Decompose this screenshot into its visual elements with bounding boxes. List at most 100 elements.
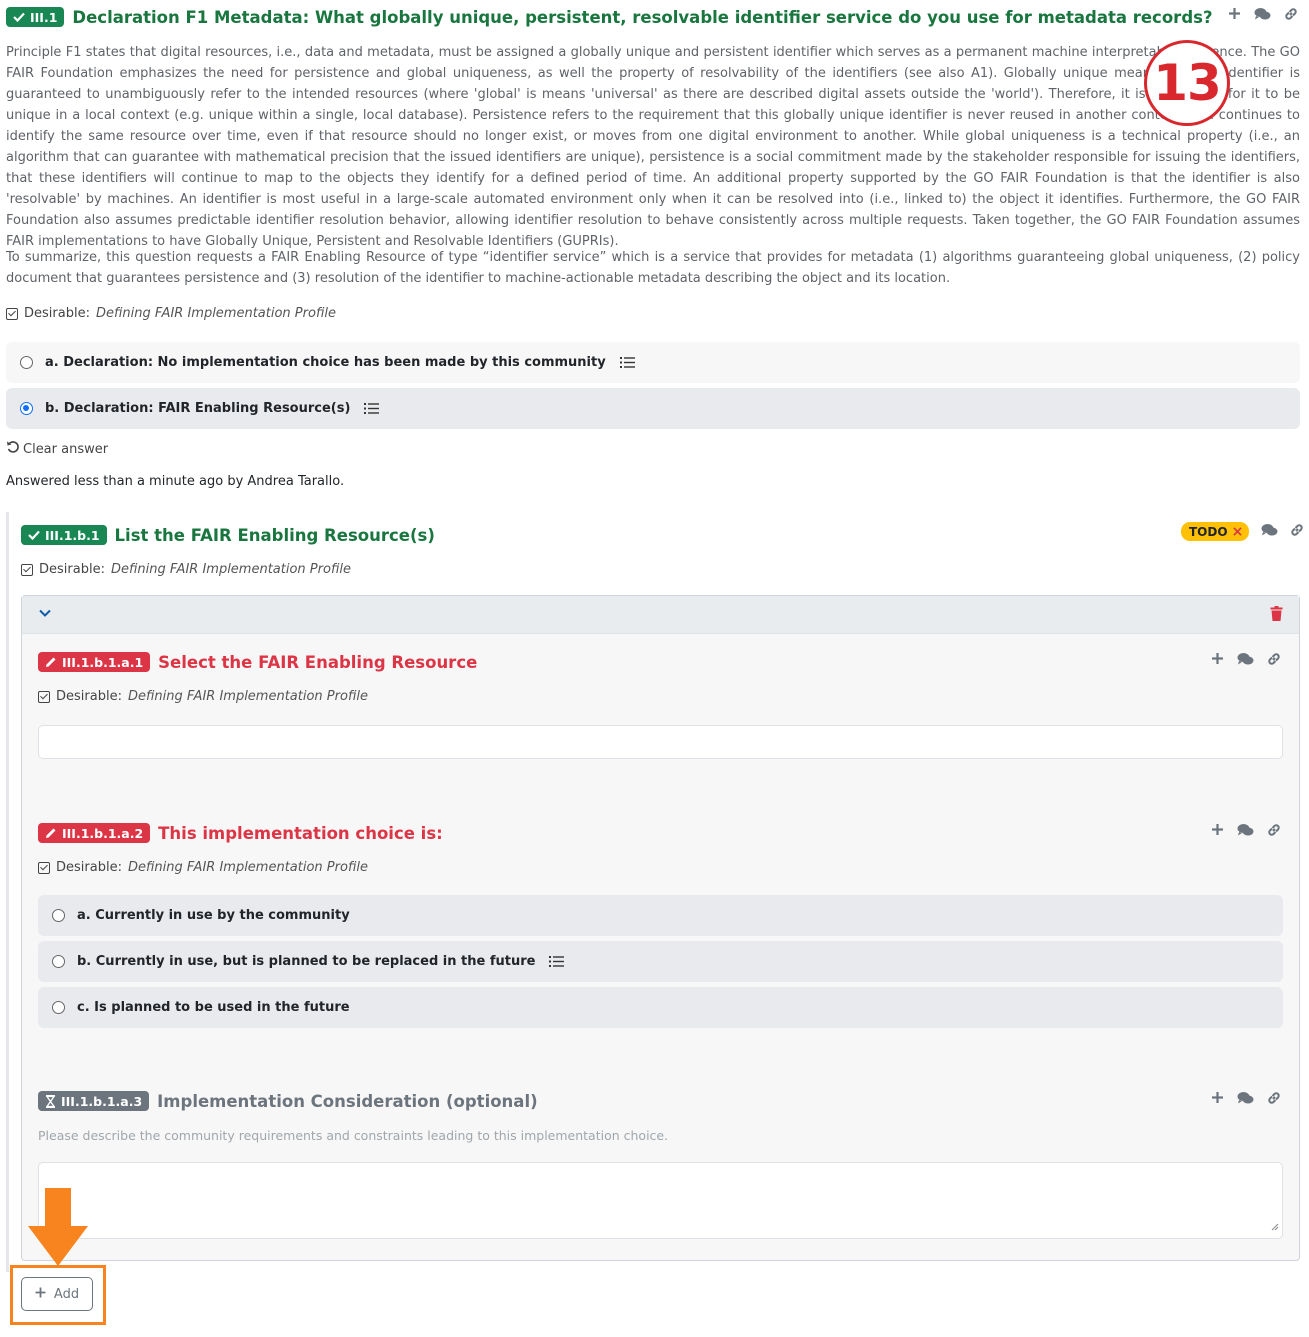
trash-icon[interactable] — [1270, 606, 1283, 625]
undo-icon — [6, 440, 20, 458]
add-button[interactable]: Add — [21, 1277, 93, 1311]
radio-button[interactable] — [52, 909, 65, 922]
list-icon[interactable] — [549, 955, 565, 968]
clear-answer-label: Clear answer — [23, 441, 109, 457]
radio-button-selected[interactable] — [20, 402, 33, 415]
comments-icon[interactable] — [1237, 650, 1254, 667]
step-number: 13 — [1153, 54, 1222, 112]
checkbox-icon — [38, 861, 50, 874]
link-icon[interactable] — [1265, 650, 1282, 667]
question-id-badge: III.1 — [6, 7, 65, 27]
item-1-id-badge: III.1.b.1.a.1 — [38, 652, 151, 672]
plus-icon[interactable] — [1209, 1089, 1226, 1106]
subquestion-id-badge: III.1.b.1 — [21, 525, 107, 545]
item-1-header: III.1.b.1.a.1 Select the FAIR Enabling R… — [38, 652, 477, 672]
link-icon[interactable] — [1290, 523, 1304, 541]
radio-button[interactable] — [52, 1001, 65, 1014]
implementation-option-c[interactable]: c. Is planned to be used in the future — [38, 987, 1283, 1028]
todo-label: TODO — [1189, 524, 1228, 539]
plus-icon[interactable] — [1209, 650, 1226, 667]
item-1-desirable-tag: Desirable: Defining FAIR Implementation … — [38, 689, 368, 704]
checkbox-icon — [6, 307, 18, 320]
item-3-id-badge: III.1.b.1.a.3 — [38, 1091, 150, 1111]
subquestion-id: III.1.b.1 — [45, 527, 100, 543]
desirable-label: Desirable: — [39, 562, 105, 577]
list-icon[interactable] — [364, 402, 380, 415]
comments-icon[interactable] — [1237, 821, 1254, 838]
list-icon[interactable] — [619, 356, 636, 369]
item-1-title: Select the FAIR Enabling Resource — [158, 652, 478, 672]
radio-button[interactable] — [20, 356, 33, 369]
pencil-icon — [45, 827, 57, 839]
question-title: Declaration F1 Metadata: What globally u… — [72, 7, 1213, 27]
item-3-header: III.1.b.1.a.3 Implementation Considerati… — [38, 1091, 538, 1111]
chevron-down-icon[interactable] — [38, 606, 52, 624]
item-3-hint: Please describe the community requiremen… — [38, 1128, 669, 1143]
desirable-label: Desirable: — [56, 860, 122, 875]
check-icon — [13, 12, 25, 22]
answer-option-label: a. Declaration: No implementation choice… — [45, 355, 606, 370]
desirable-value: Defining FAIR Implementation Profile — [95, 306, 336, 321]
nesting-border — [6, 512, 9, 1272]
link-icon[interactable] — [1265, 1089, 1282, 1106]
implementation-option-a[interactable]: a. Currently in use by the community — [38, 895, 1283, 936]
question-description: Principle F1 states that digital resourc… — [6, 45, 1300, 249]
arrow-down-icon — [28, 1188, 88, 1276]
comments-icon[interactable] — [1237, 1089, 1254, 1106]
implementation-option-b[interactable]: b. Currently in use, but is planned to b… — [38, 941, 1283, 982]
link-icon[interactable] — [1265, 821, 1282, 838]
subquestion-actions: TODO × — [1181, 522, 1304, 541]
subquestion-desirable-tag: Desirable: Defining FAIR Implementation … — [21, 562, 351, 577]
subquestion-title: List the FAIR Enabling Resource(s) — [114, 525, 435, 545]
step-number-annotation: 13 — [1144, 40, 1230, 126]
answer-option-b[interactable]: b. Declaration: FAIR Enabling Resource(s… — [6, 388, 1300, 429]
close-icon[interactable]: × — [1232, 525, 1244, 539]
pencil-icon — [45, 656, 57, 668]
implementation-option-label: a. Currently in use by the community — [77, 908, 350, 923]
question-id: III.1 — [30, 9, 58, 25]
comments-icon[interactable] — [1261, 523, 1278, 541]
item-1-actions — [1209, 650, 1282, 667]
radio-button[interactable] — [52, 955, 65, 968]
clear-answer-button[interactable]: Clear answer — [6, 440, 108, 458]
todo-badge[interactable]: TODO × — [1181, 522, 1250, 541]
item-2-actions — [1209, 821, 1282, 838]
item-3-title: Implementation Consideration (optional) — [157, 1091, 538, 1111]
question-header: III.1 Declaration F1 Metadata: What glob… — [6, 7, 1213, 27]
checkbox-icon — [38, 690, 50, 703]
desirable-value: Defining FAIR Implementation Profile — [110, 562, 351, 577]
add-button-label: Add — [53, 1286, 80, 1302]
answer-option-label: b. Declaration: FAIR Enabling Resource(s… — [45, 401, 351, 416]
link-icon[interactable] — [1282, 5, 1299, 22]
desirable-value: Defining FAIR Implementation Profile — [127, 860, 368, 875]
subquestion-header: III.1.b.1 List the FAIR Enabling Resourc… — [21, 525, 435, 545]
question-actions — [1226, 5, 1299, 22]
desirable-value: Defining FAIR Implementation Profile — [127, 689, 368, 704]
item-3-actions — [1209, 1089, 1282, 1106]
question-summary: To summarize, this question requests a F… — [6, 250, 1300, 286]
item-2-desirable-tag: Desirable: Defining FAIR Implementation … — [38, 860, 368, 875]
comments-icon[interactable] — [1254, 5, 1271, 22]
answer-option-a[interactable]: a. Declaration: No implementation choice… — [6, 342, 1300, 383]
check-icon — [28, 530, 40, 540]
item-2-title: This implementation choice is: — [158, 823, 443, 843]
desirable-label: Desirable: — [24, 306, 90, 321]
implementation-option-label: c. Is planned to be used in the future — [77, 1000, 350, 1015]
resize-handle-icon[interactable] — [1271, 1220, 1279, 1235]
plus-icon — [35, 1287, 46, 1302]
checkbox-icon — [21, 563, 33, 576]
question-desirable-tag: Desirable: Defining FAIR Implementation … — [6, 306, 336, 321]
item-2-id: III.1.b.1.a.2 — [62, 825, 144, 841]
plus-icon[interactable] — [1226, 5, 1243, 22]
item-1-id: III.1.b.1.a.1 — [62, 654, 144, 670]
item-2-header: III.1.b.1.a.2 This implementation choice… — [38, 823, 443, 843]
fair-enabling-resource-select[interactable] — [38, 725, 1283, 759]
item-3-id: III.1.b.1.a.3 — [61, 1093, 143, 1109]
desirable-label: Desirable: — [56, 689, 122, 704]
hourglass-icon — [45, 1094, 56, 1108]
implementation-option-label: b. Currently in use, but is planned to b… — [77, 954, 536, 969]
item-2-id-badge: III.1.b.1.a.2 — [38, 823, 151, 843]
plus-icon[interactable] — [1209, 821, 1226, 838]
implementation-consideration-textarea[interactable] — [38, 1162, 1283, 1239]
answered-by-text: Answered less than a minute ago by Andre… — [6, 474, 345, 489]
